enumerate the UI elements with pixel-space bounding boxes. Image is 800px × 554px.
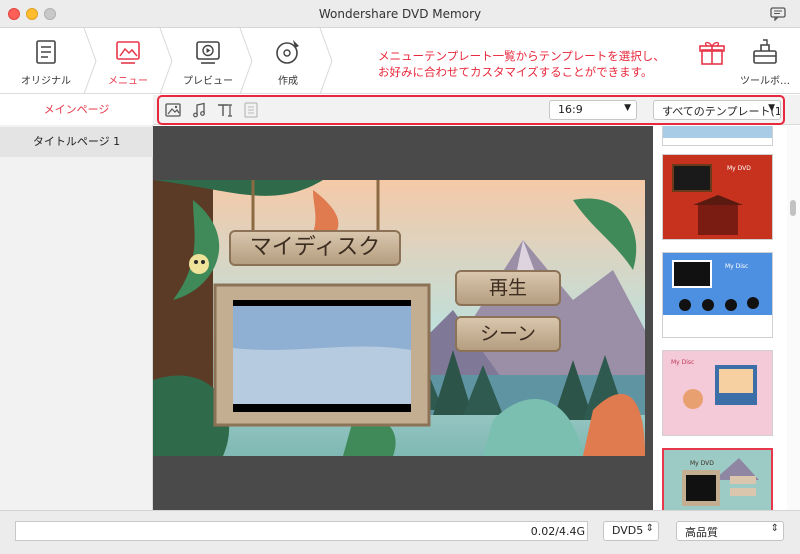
play-menu-button[interactable]: 再生: [455, 270, 561, 306]
disc-capacity-text: 0.02/4.4G: [530, 525, 585, 538]
quality-value: 高品質: [685, 526, 718, 539]
chevron-updown-icon: ⇕: [645, 523, 654, 534]
feedback-icon[interactable]: [770, 7, 786, 21]
sidebar-item-title-page[interactable]: タイトルページ 1: [0, 127, 153, 157]
template-5-label: My DVD: [690, 460, 714, 467]
template-3-preview: [663, 253, 772, 337]
template-scrollbar[interactable]: [787, 126, 800, 510]
template-thumbnail[interactable]: My Disc: [662, 350, 773, 436]
sidebar-item-main-page[interactable]: メインページ: [0, 95, 153, 125]
preview-icon: [196, 41, 220, 64]
step-divider: [319, 28, 333, 94]
template-1-preview: [663, 126, 772, 145]
instruction-line-2: お好みに合わせてカスタマイズすることができます。: [378, 65, 653, 79]
burn-disc-icon: [276, 40, 299, 64]
page-sidebar: メインページ タイトルページ 1: [0, 95, 153, 510]
toolbox-icon: [753, 39, 777, 64]
toolbox-button[interactable]: ツールボ…: [732, 28, 798, 94]
template-3-label: My Disc: [725, 263, 749, 270]
template-2-preview: [663, 155, 772, 239]
step-original[interactable]: オリジナル: [0, 28, 92, 94]
original-icon: [36, 40, 56, 64]
menu-preview-canvas[interactable]: マイディスク 再生 シーン: [153, 180, 645, 456]
quality-select[interactable]: 高品質 ⇕: [676, 521, 784, 541]
toolbox-label: ツールボ…: [740, 76, 790, 87]
scenes-menu-button[interactable]: シーン: [455, 316, 561, 352]
instruction-annotation: メニューテンプレート一覧からテンプレートを選択し、 お好みに合わせてカスタマイズ…: [378, 48, 665, 80]
highlight-annotation-frame: [157, 95, 785, 125]
template-thumbnail[interactable]: My Disc: [662, 252, 773, 338]
disc-type-value: DVD5: [612, 524, 644, 537]
title-bar: Wondershare DVD Memory: [0, 0, 800, 28]
template-thumbnail-selected[interactable]: My DVD: [662, 448, 773, 510]
menu-background-artwork: [153, 180, 645, 456]
disc-title-text[interactable]: マイディスク: [229, 230, 401, 266]
template-5-preview: [664, 450, 771, 510]
chevron-updown-icon: ⇕: [770, 523, 779, 534]
template-thumbnail[interactable]: My DVD: [662, 154, 773, 240]
disc-type-select[interactable]: DVD5 ⇕: [603, 521, 659, 541]
template-4-label: My Disc: [671, 359, 695, 366]
gift-icon[interactable]: [697, 38, 727, 68]
template-2-label: My DVD: [727, 165, 751, 172]
window-title: Wondershare DVD Memory: [318, 7, 482, 21]
instruction-line-1: メニューテンプレート一覧からテンプレートを選択し、: [378, 49, 665, 63]
step-original-label: オリジナル: [21, 76, 71, 87]
menu-icon: [116, 41, 140, 64]
template-scrollbar-thumb[interactable]: [790, 200, 796, 216]
template-thumbnail[interactable]: [662, 126, 773, 146]
